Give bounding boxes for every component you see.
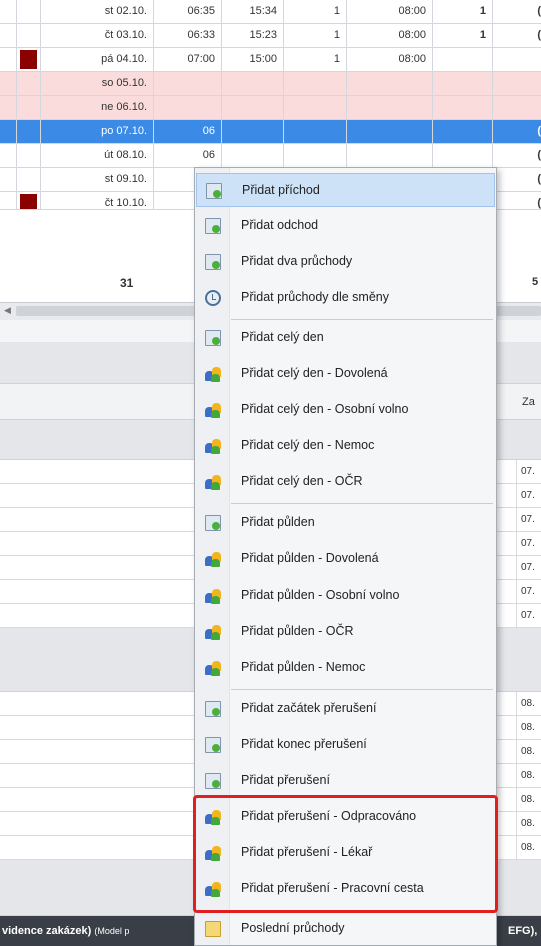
value-cell[interactable]: (	[493, 168, 541, 191]
date-cell[interactable]: st 09.10.	[41, 168, 154, 191]
date-cell[interactable]: po 07.10.	[41, 120, 154, 143]
date-cell[interactable]: út 08.10.	[41, 144, 154, 167]
people-icon	[205, 474, 221, 490]
menu-item-pridat-cely-den-dovolena[interactable]: Přidat celý den - Dovolená	[196, 357, 495, 391]
count-cell[interactable]: 1	[284, 48, 347, 71]
people-icon	[205, 438, 221, 454]
doc-add-icon	[205, 701, 221, 717]
menu-item-pridat-dva-pruchody[interactable]: Přidat dva průchody	[196, 245, 495, 279]
menu-item-pridat-pruchody-dle-smeny[interactable]: Přidat průchody dle směny	[196, 281, 495, 315]
people-icon	[205, 402, 221, 418]
menu-item-pridat-pulden-nemoc[interactable]: Přidat půlden - Nemoc	[196, 651, 495, 685]
column-header-za[interactable]: Za	[522, 396, 535, 408]
date-cell[interactable]: čt 10.10.	[41, 192, 154, 209]
menu-item-pridat-prichod[interactable]: Přidat příchod	[196, 173, 495, 207]
menu-item-pridat-cely-den-ocr[interactable]: Přidat celý den - OČR	[196, 465, 495, 499]
total-days: 31	[120, 276, 134, 290]
date-cell[interactable]: st 02.10.	[41, 0, 154, 23]
doc-add-icon	[205, 254, 221, 270]
value-cell[interactable]: 1	[433, 0, 493, 23]
people-icon	[205, 624, 221, 640]
menu-item-pridat-pulden-dovolena[interactable]: Přidat půlden - Dovolená	[196, 542, 495, 576]
scroll-left-icon[interactable]: ◀	[4, 305, 11, 316]
date-cell[interactable]: čt 03.10.	[41, 24, 154, 47]
attendance-row-weekend[interactable]: so 05.10.	[0, 72, 541, 96]
count-cell[interactable]: 1	[284, 24, 347, 47]
menu-item-pridat-pulden-osobni-volno[interactable]: Přidat půlden - Osobní volno	[196, 579, 495, 613]
departure-cell[interactable]: 15:00	[222, 48, 284, 71]
absence-flag	[20, 50, 37, 69]
value-cell[interactable]	[433, 48, 493, 71]
value-cell[interactable]: (	[493, 120, 541, 143]
menu-item-pridat-pulden-ocr[interactable]: Přidat půlden - OČR	[196, 615, 495, 649]
menu-item-pridat-odchod[interactable]: Přidat odchod	[196, 209, 495, 243]
doc-add-icon	[205, 330, 221, 346]
folder-icon	[205, 921, 221, 937]
attendance-row-selected[interactable]: po 07.10. 06 (	[0, 120, 541, 144]
value-cell[interactable]	[493, 48, 541, 71]
value-cell[interactable]: (	[493, 24, 541, 47]
value-cell[interactable]: 1	[433, 24, 493, 47]
menu-item-pridat-cely-den[interactable]: Přidat celý den	[196, 321, 495, 355]
attendance-row-weekend[interactable]: ne 06.10.	[0, 96, 541, 120]
clock-icon	[205, 290, 221, 306]
date-cell[interactable]: ne 06.10.	[41, 96, 154, 119]
value-cell[interactable]: (	[493, 144, 541, 167]
status-text: vidence zakázek) (Model p	[2, 925, 130, 937]
fund-cell[interactable]: 08:00	[347, 24, 433, 47]
attendance-row[interactable]: čt 03.10. 06:33 15:23 1 08:00 1 (	[0, 24, 541, 48]
count-cell[interactable]: 1	[284, 0, 347, 23]
people-icon	[205, 366, 221, 382]
value-cell[interactable]: (	[493, 192, 541, 209]
people-icon	[205, 551, 221, 567]
departure-cell[interactable]: 15:34	[222, 0, 284, 23]
arrival-cell[interactable]: 06:35	[154, 0, 222, 23]
menu-item-pridat-konec-preruseni[interactable]: Přidat konec přerušení	[196, 728, 495, 762]
attendance-row[interactable]: pá 04.10. 07:00 15:00 1 08:00	[0, 48, 541, 72]
arrival-cell[interactable]: 06	[154, 120, 222, 143]
date-cell[interactable]: pá 04.10.	[41, 48, 154, 71]
arrival-cell[interactable]: 06:33	[154, 24, 222, 47]
annotation-highlight-box	[193, 795, 498, 913]
doc-add-icon	[205, 773, 221, 789]
departure-cell[interactable]: 15:23	[222, 24, 284, 47]
doc-add-icon	[205, 218, 221, 234]
menu-item-posledni-pruchody[interactable]: Poslední průchody	[196, 912, 495, 946]
fund-cell[interactable]: 08:00	[347, 48, 433, 71]
people-icon	[205, 660, 221, 676]
date-cell[interactable]: so 05.10.	[41, 72, 154, 95]
status-text-right: EFG),	[508, 925, 538, 937]
menu-separator	[231, 319, 493, 320]
people-icon	[205, 588, 221, 604]
menu-item-pridat-zacatek-preruseni[interactable]: Přidat začátek přerušení	[196, 692, 495, 726]
menu-item-pridat-cely-den-osobni-volno[interactable]: Přidat celý den - Osobní volno	[196, 393, 495, 427]
doc-add-icon	[206, 183, 222, 199]
menu-separator	[231, 503, 493, 504]
absence-flag	[20, 194, 37, 209]
attendance-row[interactable]: st 02.10. 06:35 15:34 1 08:00 1 (	[0, 0, 541, 24]
doc-add-icon	[205, 515, 221, 531]
menu-separator	[231, 689, 493, 690]
arrival-cell[interactable]: 06	[154, 144, 222, 167]
menu-item-pridat-cely-den-nemoc[interactable]: Přidat celý den - Nemoc	[196, 429, 495, 463]
attendance-row[interactable]: út 08.10. 06 (	[0, 144, 541, 168]
arrival-cell[interactable]: 07:00	[154, 48, 222, 71]
doc-add-icon	[205, 737, 221, 753]
menu-item-pridat-pulden[interactable]: Přidat půlden	[196, 506, 495, 540]
fund-cell[interactable]: 08:00	[347, 0, 433, 23]
value-cell[interactable]: (	[493, 0, 541, 23]
total-value: 5	[532, 276, 539, 288]
menu-item-pridat-preruseni[interactable]: Přidat přerušení	[196, 764, 495, 798]
